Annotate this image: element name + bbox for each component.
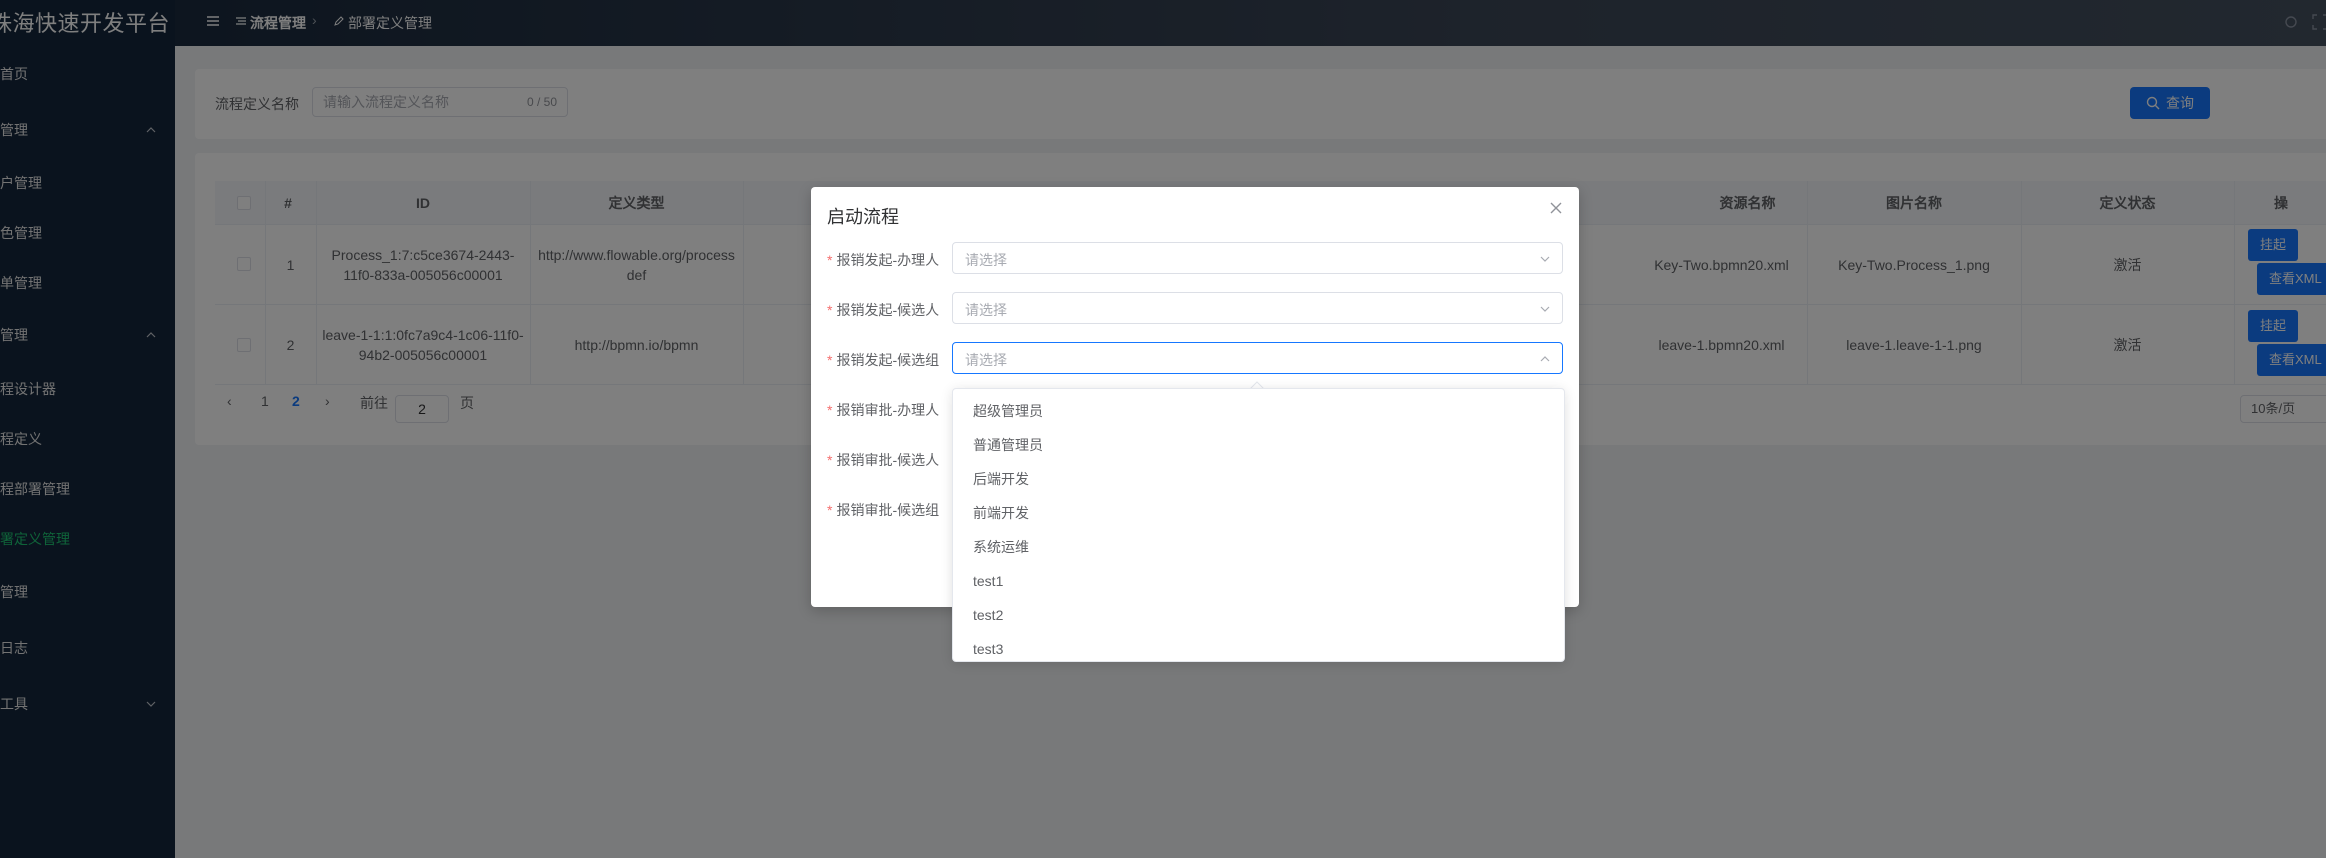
form-field-initiate-assignee: * 报销发起-办理人 请选择 xyxy=(827,242,1563,276)
required-mark: * xyxy=(827,502,833,518)
initiate-candidates-select[interactable]: 请选择 xyxy=(952,292,1563,324)
field-label: * 报销发起-办理人 xyxy=(827,250,939,270)
select-placeholder: 请选择 xyxy=(965,302,1007,318)
initiate-groups-select[interactable]: 请选择 xyxy=(952,342,1563,374)
select-placeholder: 请选择 xyxy=(965,352,1007,368)
field-label-text: 报销发起-候选人 xyxy=(836,302,940,318)
chevron-up-icon xyxy=(1538,352,1552,366)
required-mark: * xyxy=(827,302,833,318)
field-label: * 报销发起-候选组 xyxy=(827,350,939,370)
chevron-down-icon xyxy=(1538,302,1552,316)
dropdown-option[interactable]: test2 xyxy=(953,598,1564,632)
field-label: * 报销审批-办理人 xyxy=(827,400,939,420)
dropdown-option[interactable]: 普通管理员 xyxy=(953,428,1564,462)
field-label-text: 报销审批-候选人 xyxy=(836,452,940,468)
field-label: * 报销发起-候选人 xyxy=(827,300,939,320)
field-label: * 报销审批-候选组 xyxy=(827,500,939,520)
required-mark: * xyxy=(827,452,833,468)
field-label: * 报销审批-候选人 xyxy=(827,450,939,470)
required-mark: * xyxy=(827,252,833,268)
form-field-initiate-groups: * 报销发起-候选组 请选择 xyxy=(827,342,1563,376)
dropdown-option[interactable]: 前端开发 xyxy=(953,496,1564,530)
select-placeholder: 请选择 xyxy=(965,252,1007,268)
chevron-down-icon xyxy=(1538,252,1552,266)
dropdown-option[interactable]: 后端开发 xyxy=(953,462,1564,496)
dropdown-option[interactable]: 超级管理员 xyxy=(953,394,1564,428)
dropdown-option[interactable]: test3 xyxy=(953,632,1564,661)
field-label-text: 报销审批-候选组 xyxy=(836,502,940,518)
required-mark: * xyxy=(827,352,833,368)
initiate-assignee-select[interactable]: 请选择 xyxy=(952,242,1563,274)
close-icon[interactable] xyxy=(1549,201,1563,215)
form-field-initiate-candidates: * 报销发起-候选人 请选择 xyxy=(827,292,1563,326)
dropdown-option[interactable]: test1 xyxy=(953,564,1564,598)
field-label-text: 报销审批-办理人 xyxy=(836,402,940,418)
field-label-text: 报销发起-办理人 xyxy=(836,252,940,268)
field-label-text: 报销发起-候选组 xyxy=(836,352,940,368)
required-mark: * xyxy=(827,402,833,418)
dropdown-option[interactable]: 系统运维 xyxy=(953,530,1564,564)
dialog-title: 启动流程 xyxy=(827,207,899,227)
groups-dropdown: 超级管理员 普通管理员 后端开发 前端开发 系统运维 test1 test2 t… xyxy=(952,388,1565,662)
